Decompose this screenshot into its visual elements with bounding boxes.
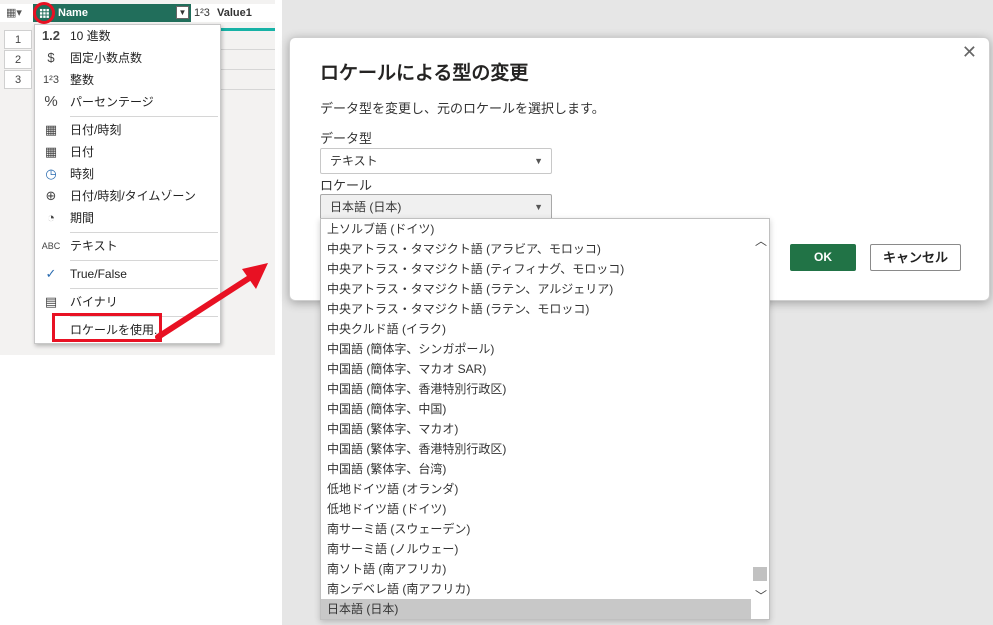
- locale-option[interactable]: 中央クルド語 (イラク): [321, 319, 751, 339]
- menu-item-label: True/False: [70, 267, 127, 281]
- datetime-icon: ▦: [44, 122, 58, 137]
- menu-item-label: 10 進数: [70, 29, 111, 43]
- locale-option[interactable]: 南ソト語 (南アフリカ): [321, 559, 751, 579]
- data-type-select[interactable]: テキスト ▼: [320, 148, 552, 174]
- column-quality-bar: [221, 28, 275, 31]
- locale-option[interactable]: 低地ドイツ語 (オランダ): [321, 479, 751, 499]
- scroll-up-icon[interactable]: ︿: [755, 232, 767, 249]
- menu-item-label: 日付: [70, 145, 95, 159]
- locale-option[interactable]: 中央アトラス・タマジクト語 (ラテン、モロッコ): [321, 299, 751, 319]
- column-filter-dropdown-icon[interactable]: ▼: [176, 6, 189, 19]
- menu-item-datetimezone[interactable]: ⊕ 日付/時刻/タイムゾーン: [35, 185, 220, 207]
- dialog-description: データ型を変更し、元のロケールを選択します。: [320, 101, 605, 116]
- row-number: 3: [4, 70, 32, 89]
- menu-item-date[interactable]: ▦ 日付: [35, 141, 220, 163]
- row-divider: [221, 69, 275, 70]
- table-menu-icon[interactable]: ▦▾: [6, 6, 28, 20]
- currency-icon: $: [47, 50, 55, 65]
- locale-option[interactable]: 中国語 (簡体字、香港特別行政区): [321, 379, 751, 399]
- checkmark-icon: ✓: [45, 266, 57, 281]
- scroll-down-icon[interactable]: ﹀: [755, 587, 767, 604]
- menu-item-decimal[interactable]: 1.2 10 進数: [35, 25, 220, 47]
- menu-item-label: テキスト: [70, 239, 118, 253]
- menu-item-label: 期間: [70, 211, 95, 225]
- menu-item-text[interactable]: ABC テキスト: [35, 235, 220, 257]
- menu-item-duration[interactable]: ◔ 期間: [35, 207, 220, 229]
- menu-item-datetime[interactable]: ▦ 日付/時刻: [35, 119, 220, 141]
- decimal-icon: 1.2: [41, 28, 61, 43]
- locale-option[interactable]: 低地ドイツ語 (ドイツ): [321, 499, 751, 519]
- highlight-box: [52, 313, 162, 342]
- menu-separator: [70, 232, 218, 233]
- locale-option-selected[interactable]: 日本語 (日本): [321, 599, 751, 619]
- data-type-label: データ型: [320, 131, 373, 146]
- whole-number-icon: 1²3: [43, 74, 59, 86]
- locale-option[interactable]: 中央アトラス・タマジクト語 (ラテン、アルジェリア): [321, 279, 751, 299]
- row-number: 1: [4, 30, 32, 49]
- row-divider: [221, 89, 275, 90]
- stopwatch-icon: ◔: [47, 210, 55, 225]
- locale-option[interactable]: 中央アトラス・タマジクト語 (アラビア、モロッコ): [321, 239, 751, 259]
- locale-option[interactable]: 中央アトラス・タマジクト語 (ティフィナグ、モロッコ): [321, 259, 751, 279]
- menu-item-label: 時刻: [70, 167, 95, 181]
- locale-option[interactable]: 上ソルブ語 (ドイツ): [321, 219, 751, 239]
- calendar-icon: ▦: [44, 144, 58, 159]
- locale-option[interactable]: 南ンデベレ語 (南アフリカ): [321, 579, 751, 599]
- clock-icon: ◷: [45, 166, 57, 181]
- locale-option[interactable]: 南サーミ語 (スウェーデン): [321, 519, 751, 539]
- menu-item-label: バイナリ: [70, 295, 118, 309]
- scrollbar-thumb[interactable]: [753, 567, 767, 581]
- close-icon[interactable]: ✕: [962, 42, 977, 63]
- column-header-value1[interactable]: 1²3 Value1: [194, 4, 275, 22]
- menu-item-label: パーセンテージ: [70, 95, 154, 109]
- table-type-icon[interactable]: [39, 8, 49, 18]
- ok-button[interactable]: OK: [790, 244, 856, 271]
- menu-item-time[interactable]: ◷ 時刻: [35, 163, 220, 185]
- locale-value: 日本語 (日本): [330, 200, 402, 214]
- locale-option[interactable]: 中国語 (繁体字、台湾): [321, 459, 751, 479]
- percent-icon: %: [44, 93, 58, 110]
- column-header-name[interactable]: Name ▼: [55, 4, 191, 22]
- row-divider: [221, 49, 275, 50]
- menu-item-label: 整数: [70, 73, 95, 87]
- locale-dropdown-list[interactable]: 上ソルブ語 (ドイツ) 中央アトラス・タマジクト語 (アラビア、モロッコ) 中央…: [320, 218, 770, 620]
- locale-select[interactable]: 日本語 (日本) ▼: [320, 194, 552, 220]
- chevron-down-icon: ▼: [534, 156, 543, 166]
- column-name-label: Name: [58, 7, 88, 19]
- menu-item-label: 日付/時刻: [70, 123, 122, 137]
- locale-option[interactable]: 南サーミ語 (ノルウェー): [321, 539, 751, 559]
- whole-number-type-icon[interactable]: 1²3: [194, 7, 210, 19]
- data-type-value: テキスト: [330, 154, 378, 168]
- locale-option[interactable]: 中国語 (簡体字、シンガポール): [321, 339, 751, 359]
- text-type-icon: ABC: [41, 241, 61, 251]
- menu-item-label: 固定小数点数: [70, 51, 143, 65]
- highlight-circle: [33, 2, 55, 24]
- menu-item-fixed-decimal[interactable]: $ 固定小数点数: [35, 47, 220, 69]
- locale-option[interactable]: 中国語 (簡体字、マカオ SAR): [321, 359, 751, 379]
- dialog-title: ロケールによる型の変更: [320, 63, 529, 84]
- globe-icon: ⊕: [45, 188, 57, 203]
- annotation-arrow: [155, 263, 268, 340]
- menu-item-whole-number[interactable]: 1²3 整数: [35, 69, 220, 91]
- locale-option[interactable]: 中国語 (繁体字、香港特別行政区): [321, 439, 751, 459]
- row-number: 2: [4, 50, 32, 69]
- menu-separator: [70, 116, 218, 117]
- chevron-down-icon: ▼: [534, 202, 543, 212]
- locale-label: ロケール: [320, 178, 373, 193]
- locale-option[interactable]: 中国語 (繁体字、マカオ): [321, 419, 751, 439]
- cancel-button[interactable]: キャンセル: [870, 244, 961, 271]
- binary-icon: ▤: [44, 294, 58, 309]
- locale-option[interactable]: 中国語 (簡体字、中国): [321, 399, 751, 419]
- column-value1-label: Value1: [216, 7, 252, 19]
- menu-item-label: 日付/時刻/タイムゾーン: [70, 189, 196, 203]
- menu-item-percentage[interactable]: % パーセンテージ: [35, 91, 220, 113]
